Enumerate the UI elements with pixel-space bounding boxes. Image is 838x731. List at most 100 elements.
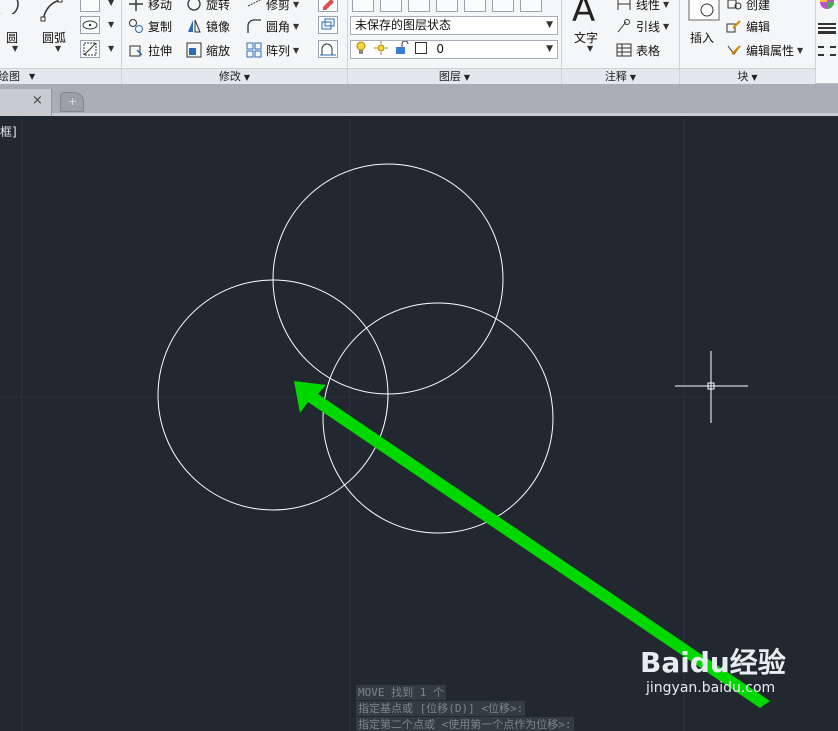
rectangle-button[interactable]: ▼ <box>80 0 114 12</box>
layer-tool-buttons <box>352 0 560 12</box>
chevron-down-icon: ▼ <box>546 20 553 30</box>
document-tab-bar: × + <box>0 84 838 116</box>
plus-icon: + <box>68 95 78 108</box>
edit-attributes-icon <box>726 42 742 58</box>
drawing-svg <box>0 119 838 731</box>
watermark-url: jingyan.baidu.com <box>646 680 776 696</box>
layer-match-button[interactable] <box>380 0 402 12</box>
document-tab[interactable]: × <box>0 89 52 116</box>
move-icon <box>128 0 144 12</box>
layer-unisolate-button[interactable] <box>464 0 486 12</box>
annotation-panel: A 文字 ▼ 线性 ▼ 引线 ▼ 表格 注释 ▼ <box>562 0 680 84</box>
array-icon <box>246 42 262 58</box>
lightbulb-icon <box>356 41 366 54</box>
chevron-down-icon: ▼ <box>546 44 553 54</box>
stretch-button[interactable]: 拉伸 <box>128 40 172 60</box>
arc-button[interactable]: 圆弧 ▼ <box>38 0 72 56</box>
edit-block-button[interactable]: 编辑 <box>726 16 770 36</box>
circle-dropdown-icon[interactable]: ▼ <box>12 44 18 53</box>
layer-state-combo[interactable]: 未保存的图层状态 ▼ <box>350 16 558 35</box>
circle-icon <box>0 0 19 14</box>
layer-combo[interactable]: 0 ▼ <box>350 40 558 59</box>
sun-icon <box>373 41 388 55</box>
draw-panel-title[interactable]: 绘图 ▼ <box>0 68 121 84</box>
command-history: MOVE 找到 1 个 指定基点或 [位移(D)] <位移>: 指定第二个点或 … <box>356 685 574 731</box>
block-panel: 插入 创建 编辑 编辑属性 ▼ 块 ▼ <box>680 0 816 84</box>
block-panel-title[interactable]: 块 ▼ <box>680 68 815 84</box>
edit-attributes-button[interactable]: 编辑属性 ▼ <box>726 40 803 60</box>
layers-panel: 未保存的图层状态 ▼ 0 ▼ 图层 ▼ <box>348 0 562 84</box>
layers-panel-title[interactable]: 图层 ▼ <box>348 68 561 84</box>
modify-panel-title[interactable]: 修改 ▼ <box>122 68 347 84</box>
hatch-button[interactable]: ▼ <box>80 40 114 58</box>
drawn-circle-right[interactable] <box>322 302 554 534</box>
annotation-panel-title[interactable]: 注释 ▼ <box>562 68 679 84</box>
linetype-icon[interactable] <box>818 46 836 56</box>
move-button[interactable]: 移动 <box>128 0 172 14</box>
draw-panel: 圆 ▼ 圆弧 ▼ ▼ ▼ ▼ 绘图 ▼ <box>0 0 122 84</box>
explode-icon <box>321 18 335 30</box>
layer-isolate-button[interactable] <box>436 0 458 12</box>
watermark-logo: Baidu经验 <box>640 646 786 679</box>
modify-panel: 移动 旋转 修剪 ▼ 复制 镜像 圆角 ▼ 拉伸 缩放 阵列 ▼ 修改 ▼ <box>122 0 348 84</box>
array-button[interactable]: 阵列 ▼ <box>246 40 299 60</box>
watermark: Baidu经验 jingyan.baidu.com <box>640 647 800 697</box>
create-block-button[interactable]: 创建 <box>726 0 770 14</box>
scale-button[interactable]: 缩放 <box>186 40 230 60</box>
ellipse-button[interactable]: ▼ <box>80 16 114 34</box>
table-button[interactable]: 表格 <box>616 40 660 60</box>
copy-button[interactable]: 复制 <box>128 16 172 36</box>
explode-button[interactable] <box>318 16 338 34</box>
erase-button[interactable] <box>318 0 338 12</box>
drawn-circle-left[interactable] <box>157 279 389 511</box>
lineweight-icon[interactable] <box>818 22 836 36</box>
command-line: MOVE 找到 1 个 <box>356 685 446 700</box>
fillet-button[interactable]: 圆角 ▼ <box>246 16 299 36</box>
layer-freeze-button[interactable] <box>492 0 514 12</box>
drawing-canvas[interactable]: 框] MOVE 找到 1 个 指定基点或 [位移(D)] <位移>: 指定第二个… <box>0 119 838 731</box>
crosshair-cursor <box>675 351 748 423</box>
command-line: 指定基点或 [位移(D)] <位移>: <box>356 701 526 716</box>
drawn-circle-top[interactable] <box>272 163 504 395</box>
hatch-icon <box>83 42 97 56</box>
edit-block-icon <box>726 18 742 34</box>
ellipse-icon <box>82 20 98 30</box>
trim-icon <box>246 0 262 12</box>
properties-panel-partial <box>816 0 838 84</box>
offset-button[interactable] <box>318 40 338 58</box>
create-block-icon <box>726 0 742 12</box>
text-icon: A <box>572 0 596 30</box>
eraser-icon <box>323 0 334 10</box>
text-button[interactable]: A 文字 ▼ <box>570 0 604 56</box>
table-icon <box>616 42 632 58</box>
layer-off-button[interactable] <box>520 0 542 12</box>
scale-icon <box>186 42 202 58</box>
layer-properties-button[interactable] <box>352 0 374 12</box>
rotate-button[interactable]: 旋转 <box>186 0 230 14</box>
leader-button[interactable]: 引线 ▼ <box>616 16 669 36</box>
arc-label: 圆弧 <box>42 31 67 45</box>
arc-dropdown-icon[interactable]: ▼ <box>55 44 61 53</box>
insert-block-icon <box>688 0 720 21</box>
new-tab-button[interactable]: + <box>60 92 84 112</box>
mirror-button[interactable]: 镜像 <box>186 16 230 36</box>
leader-icon <box>616 18 632 34</box>
linear-dimension-icon <box>616 0 632 12</box>
color-wheel-icon[interactable] <box>817 0 837 10</box>
trim-button[interactable]: 修剪 ▼ <box>246 0 299 14</box>
circle-button[interactable]: 圆 ▼ <box>0 0 30 56</box>
fillet-icon <box>246 18 262 34</box>
linear-dimension-button[interactable]: 线性 ▼ <box>616 0 669 14</box>
unlock-icon <box>395 40 409 54</box>
command-line: 指定第二个点或 <使用第一个点作为位移>: <box>356 717 574 731</box>
mirror-icon <box>186 18 202 34</box>
close-icon[interactable]: × <box>32 93 43 108</box>
copy-icon <box>128 18 144 34</box>
arc-icon <box>40 0 63 22</box>
layer-previous-button[interactable] <box>408 0 430 12</box>
insert-button[interactable]: 插入 <box>684 0 724 56</box>
ribbon: 圆 ▼ 圆弧 ▼ ▼ ▼ ▼ 绘图 ▼ 移动 旋转 修剪 ▼ 复制 镜像 圆角 … <box>0 0 838 84</box>
rotate-icon <box>186 0 202 12</box>
viewport-label[interactable]: 框] <box>0 123 17 140</box>
stretch-icon <box>128 42 144 58</box>
